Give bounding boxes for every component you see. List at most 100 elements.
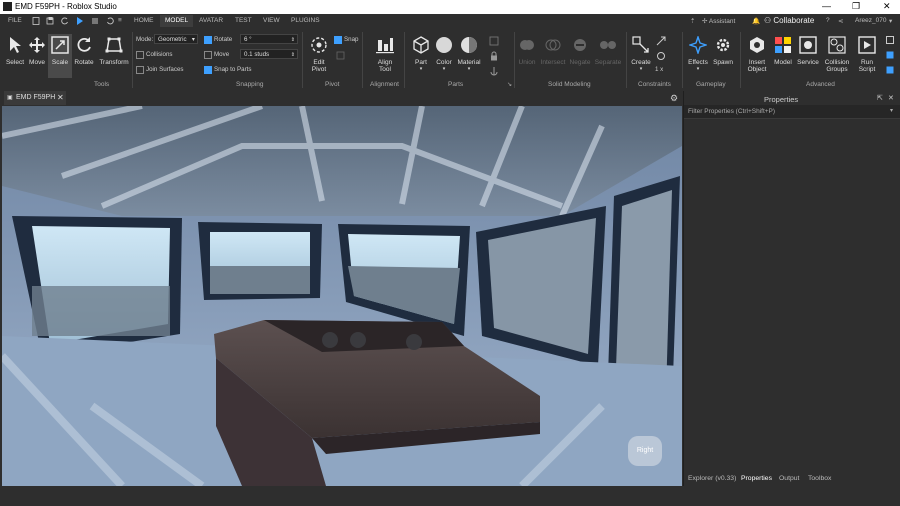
open-file-icon[interactable] [46,17,54,25]
constraint-scale-value[interactable]: 1 x [655,66,663,73]
assistant-button[interactable]: ✢ Assistant [702,17,735,25]
roblox-studio-logo-icon [3,2,12,11]
part-button[interactable]: Part ▾ [410,36,432,72]
collaborate-button[interactable]: ⚇ Collaborate [764,16,814,25]
divider [302,32,303,88]
show-welds-icon[interactable] [656,36,666,46]
create-constraint-button[interactable]: Create ▾ [630,36,652,72]
rotate-snap-checkbox[interactable] [204,36,212,44]
collision-groups-button[interactable]: Collision Groups [822,36,852,73]
stop-icon[interactable] [91,17,99,25]
document-tab-label: EMD F59PH [16,94,56,101]
edit-pivot-button[interactable]: Edit Pivot [306,36,332,73]
join-surfaces-checkbox[interactable] [136,66,144,74]
settings-gear-icon[interactable]: ⚙ [670,93,678,104]
insert-object-button[interactable]: Insert Object [744,36,770,73]
undo-icon[interactable] [106,17,114,25]
collision-groups-icon [828,36,846,54]
service-button[interactable]: Service [796,36,820,66]
undock-icon[interactable]: ⇱ [877,94,883,102]
new-file-icon[interactable] [32,17,40,25]
close-icon[interactable]: ✕ [883,1,891,12]
quick-access-dropdown-icon[interactable]: ≡ [118,17,122,24]
material-button[interactable]: Material ▾ [455,36,483,72]
tab-toolbox[interactable]: Toolbox [808,475,831,482]
spinner-icon[interactable]: ⇕ [291,35,295,45]
align-tool-button[interactable]: Align Tool [370,36,400,73]
part-label: Part [415,59,427,66]
close-tab-icon[interactable]: ✕ [57,93,64,102]
user-name[interactable]: Areez_070 [855,17,886,24]
tab-test[interactable]: TEST [235,17,252,24]
select-tool[interactable]: Select [4,36,26,66]
move-increment-input[interactable]: 0.1 studs ⇕ [240,49,298,59]
tab-properties[interactable]: Properties [741,475,772,482]
tab-model[interactable]: MODEL [160,15,194,27]
spawn-gear-icon [716,38,730,52]
document-tab[interactable]: ▣ EMD F59PH ✕ [4,91,66,105]
redo-icon[interactable] [61,17,69,25]
scene-render [2,106,682,486]
rotate-tool[interactable]: Rotate [73,36,95,66]
lock-icon[interactable] [489,51,499,61]
anchor-icon[interactable] [489,66,499,76]
tab-view[interactable]: VIEW [263,17,280,24]
collisions-checkbox[interactable] [136,51,144,59]
share-network-icon[interactable]: ⋖ [838,17,843,25]
tab-avatar[interactable]: AVATAR [199,17,223,24]
local-script-icon[interactable] [886,51,894,59]
menu-bar: FILE ≡ HOME MODEL AVATAR TEST VIEW PLUGI… [0,14,900,28]
rotate-icon [77,37,91,52]
spinner-icon[interactable]: ⇕ [291,50,295,60]
run-script-button[interactable]: Run Script [855,36,879,73]
3d-viewport[interactable]: Right [2,106,682,486]
effects-button[interactable]: Effects ▾ [686,34,710,72]
negate-button[interactable]: Negate [568,36,592,66]
tab-home[interactable]: HOME [134,17,154,24]
material-icon [461,37,477,53]
pivot-grid-icon[interactable] [336,51,345,60]
minimize-icon[interactable]: — [822,1,831,11]
move-tool[interactable]: Move [26,36,48,66]
color-button[interactable]: Color ▾ [433,36,455,72]
separate-icon [600,41,616,49]
maximize-icon[interactable]: ❐ [852,1,860,12]
user-dropdown-icon[interactable]: ▾ [889,17,892,25]
transform-tool[interactable]: Transform [97,36,131,66]
tab-plugins[interactable]: PLUGINS [291,17,320,24]
snap-to-parts-checkbox[interactable] [204,66,212,74]
select-label: Select [5,59,25,66]
separate-button[interactable]: Separate [594,36,622,66]
chevron-down-icon[interactable]: ▾ [890,107,893,114]
service-icon [799,36,817,54]
intersect-button[interactable]: Intersect [540,36,566,66]
union-button[interactable]: Union [516,36,538,66]
file-menu[interactable]: FILE [8,17,22,24]
parts-expand-icon[interactable]: ↘ [507,81,512,88]
module-script-icon[interactable] [886,66,894,74]
filter-properties-input[interactable]: Filter Properties (Ctrl+Shift+P) ▾ [684,105,900,119]
rotate-increment-input[interactable]: 6 ° ⇕ [240,34,298,44]
model-icon [775,37,791,53]
properties-title: Properties [764,95,799,104]
mode-select[interactable]: Geometric ▾ [154,34,198,44]
group-icon[interactable] [489,36,499,46]
notifications-icon[interactable]: 🔔 [752,17,760,25]
tab-explorer[interactable]: Explorer (v0.33) [688,475,736,482]
close-panel-icon[interactable]: ✕ [888,94,894,102]
move-snap-checkbox[interactable] [204,51,212,59]
run-script-label: Run Script [858,59,876,73]
pivot-snap-checkbox[interactable] [334,36,342,44]
model-button[interactable]: Model [772,36,794,66]
help-icon[interactable]: ? [826,17,830,24]
view-cube[interactable]: Right [628,436,662,466]
tab-output[interactable]: Output [779,475,799,482]
spawn-button[interactable]: Spawn [711,36,735,66]
script-icon[interactable] [886,36,894,44]
chevron-down-icon: ▾ [442,66,446,72]
details-icon[interactable] [656,51,666,61]
scale-tool[interactable]: Scale [48,34,72,78]
play-icon[interactable] [76,17,84,25]
share-icon[interactable]: ⇡ [690,17,695,25]
divider [682,32,683,88]
